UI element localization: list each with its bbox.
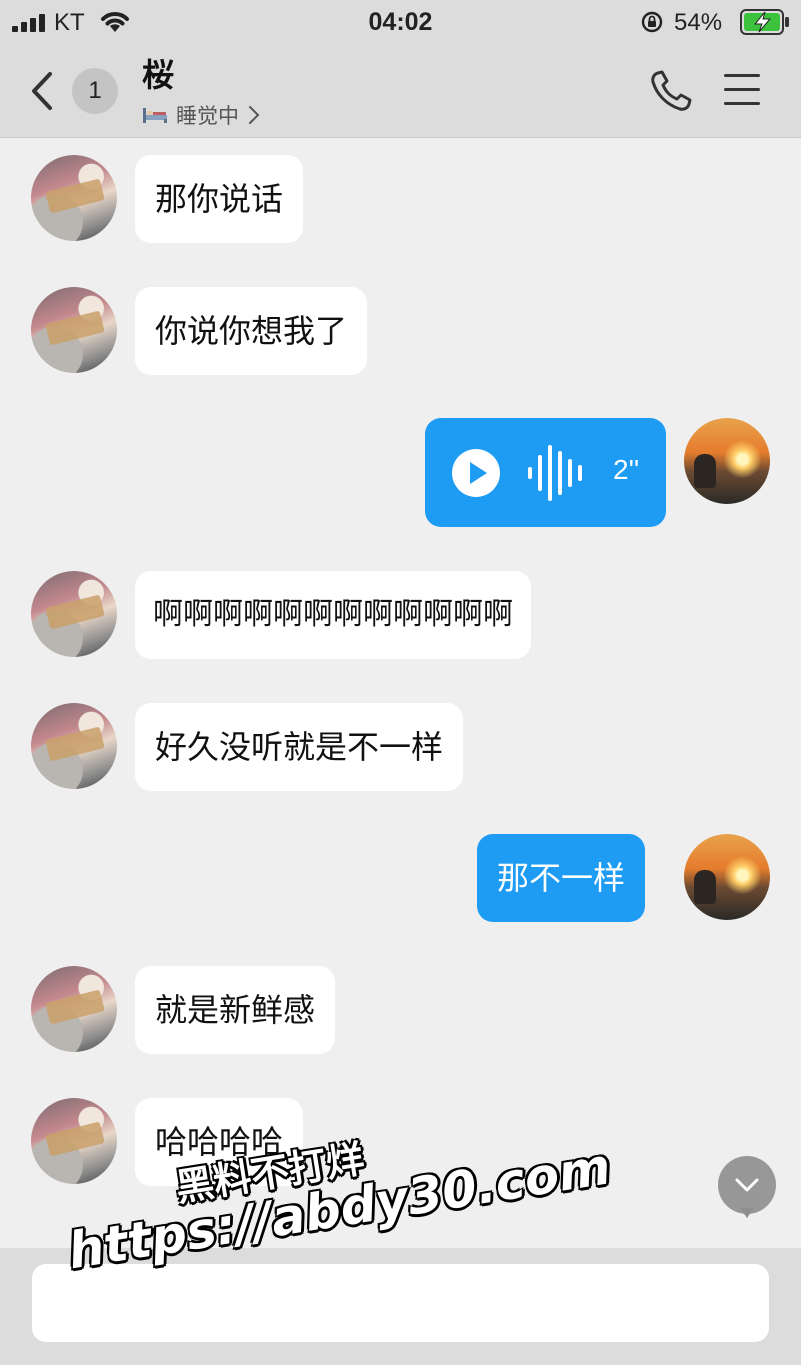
voice-duration: 2''	[613, 454, 640, 485]
my-avatar[interactable]	[684, 834, 770, 920]
peer-avatar[interactable]	[31, 155, 117, 241]
chevron-right-icon	[249, 106, 260, 124]
chevron-down-icon	[735, 1178, 759, 1192]
message-bubble-incoming[interactable]: 你说你想我了	[135, 287, 368, 375]
unread-count-badge[interactable]: 1	[72, 68, 118, 114]
input-bar	[0, 1248, 801, 1365]
peer-avatar[interactable]	[31, 287, 117, 373]
contact-status[interactable]: 睡觉中	[142, 101, 261, 129]
play-icon[interactable]	[451, 448, 501, 498]
battery-percent: 54%	[674, 9, 723, 36]
peer-avatar[interactable]	[31, 703, 117, 789]
message-bubble-incoming[interactable]: 就是新鲜感	[135, 966, 336, 1054]
status-bar: KT 04:02 54%	[0, 0, 801, 46]
peer-avatar[interactable]	[31, 1098, 117, 1184]
orientation-lock-icon	[641, 11, 663, 33]
contact-name[interactable]: 桜	[142, 50, 174, 96]
back-chevron-icon[interactable]	[26, 68, 56, 114]
battery-charging-icon	[740, 9, 789, 35]
message-bubble-incoming[interactable]: 好久没听就是不一样	[135, 703, 464, 791]
voice-wave-icon	[528, 445, 582, 501]
phone-icon[interactable]	[648, 68, 694, 114]
bed-icon	[143, 108, 167, 123]
message-bubble-incoming[interactable]: 那你说话	[135, 155, 304, 243]
message-bubble-incoming[interactable]: 啊啊啊啊啊啊啊啊啊啊啊啊	[135, 571, 531, 659]
scroll-to-bottom-button[interactable]	[718, 1156, 776, 1214]
peer-avatar[interactable]	[31, 571, 117, 657]
message-bubble-incoming[interactable]: 哈哈哈哈	[135, 1098, 304, 1186]
scroll-button-tail	[740, 1208, 754, 1218]
message-input[interactable]	[32, 1264, 769, 1342]
message-bubble-outgoing[interactable]: 那不一样	[477, 834, 646, 922]
my-avatar[interactable]	[684, 418, 770, 504]
chat-header: 1 桜 睡觉中	[0, 46, 801, 138]
contact-status-label: 睡觉中	[176, 104, 239, 128]
menu-icon[interactable]	[724, 72, 766, 108]
voice-message-bubble[interactable]: 2''	[425, 418, 666, 527]
peer-avatar[interactable]	[31, 966, 117, 1052]
